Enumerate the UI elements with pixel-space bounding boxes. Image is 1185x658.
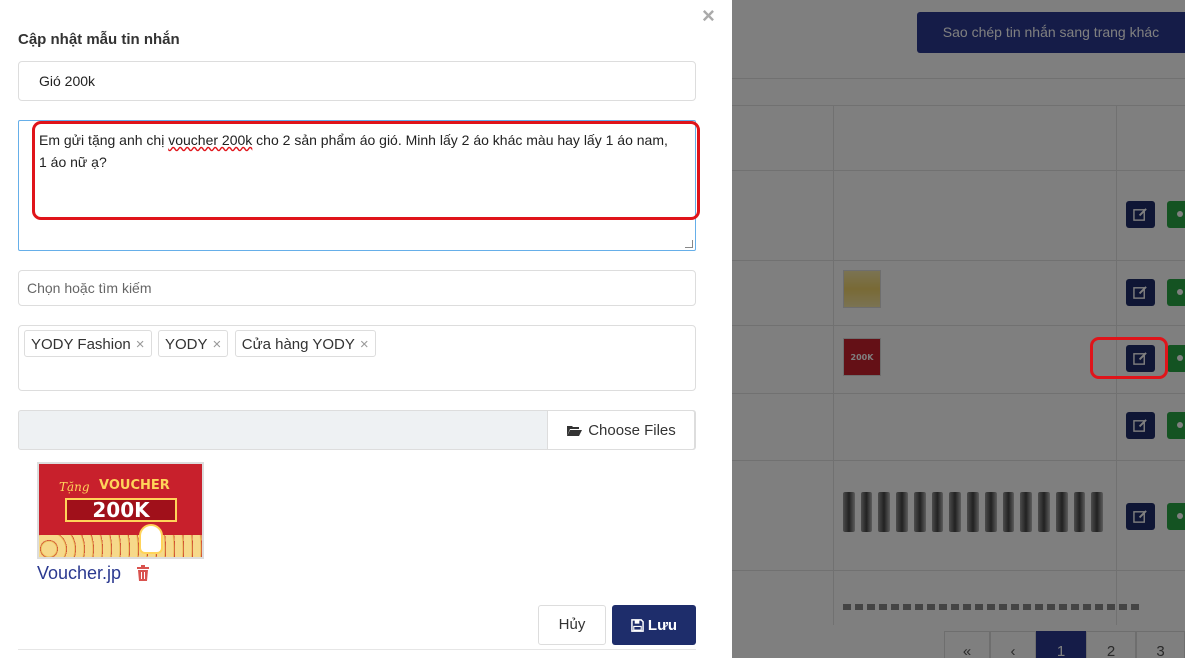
remove-tag-icon[interactable]: × bbox=[213, 336, 222, 353]
copy-message-button[interactable]: Sao chép tin nhắn sang trang khác bbox=[917, 12, 1185, 53]
divider bbox=[732, 460, 1185, 461]
edit-icon bbox=[1133, 286, 1147, 299]
pagination-prev[interactable]: ‹ bbox=[990, 631, 1036, 658]
pagination-page-2[interactable]: 2 bbox=[1086, 631, 1136, 658]
share-button[interactable] bbox=[1167, 412, 1185, 439]
divider bbox=[732, 260, 1185, 261]
save-label: Lưu bbox=[647, 616, 678, 634]
share-icon bbox=[1177, 355, 1183, 361]
divider bbox=[732, 170, 1185, 171]
edit-button[interactable] bbox=[1126, 503, 1155, 530]
edit-icon bbox=[1133, 419, 1147, 432]
floppy-disk-icon bbox=[631, 618, 644, 632]
message-thumbnail[interactable]: 200K bbox=[843, 338, 881, 376]
preview-text: 200K bbox=[65, 498, 177, 522]
share-icon bbox=[1177, 289, 1183, 295]
divider bbox=[732, 105, 1185, 106]
preview-decoration bbox=[139, 524, 163, 554]
divider bbox=[732, 78, 1185, 79]
annotation-highlight bbox=[32, 121, 700, 220]
modal-title: Cập nhật mẫu tin nhắn bbox=[18, 31, 180, 48]
edit-button[interactable] bbox=[1126, 279, 1155, 306]
edit-template-modal: × Cập nhật mẫu tin nhắn Em gửi tặng anh … bbox=[0, 0, 732, 658]
resize-handle[interactable] bbox=[685, 240, 693, 248]
pagination-page-1[interactable]: 1 bbox=[1036, 631, 1086, 658]
pagination-first[interactable]: « bbox=[944, 631, 990, 658]
tag-label: Cửa hàng YODY bbox=[241, 336, 355, 353]
share-icon bbox=[1177, 513, 1183, 519]
cancel-button[interactable]: Hủy bbox=[538, 605, 606, 645]
template-name-input[interactable] bbox=[18, 61, 696, 101]
divider bbox=[732, 570, 1185, 571]
preview-decoration bbox=[39, 535, 202, 557]
folder-open-icon bbox=[567, 425, 583, 436]
pagination-page-3[interactable]: 3 bbox=[1136, 631, 1185, 658]
page-tag: YODY × bbox=[158, 330, 229, 357]
save-button[interactable]: Lưu bbox=[612, 605, 696, 645]
message-thumbnail[interactable] bbox=[843, 270, 881, 308]
selected-pages[interactable]: YODY Fashion × YODY × Cửa hàng YODY × bbox=[18, 325, 696, 391]
share-icon bbox=[1177, 211, 1183, 217]
share-button[interactable] bbox=[1167, 201, 1185, 228]
divider bbox=[18, 649, 696, 650]
trash-icon[interactable] bbox=[136, 565, 150, 581]
edit-button[interactable] bbox=[1126, 201, 1155, 228]
preview-text: VOUCHER bbox=[99, 478, 170, 493]
share-button[interactable] bbox=[1167, 503, 1185, 530]
page-tag: YODY Fashion × bbox=[24, 330, 152, 357]
divider bbox=[732, 325, 1185, 326]
attachment-name[interactable]: Voucher.jp bbox=[37, 563, 121, 584]
tag-label: YODY Fashion bbox=[31, 336, 131, 353]
tag-label: YODY bbox=[165, 336, 208, 353]
image-strip bbox=[843, 492, 1104, 532]
choose-files-button[interactable]: Choose Files bbox=[547, 410, 695, 450]
page-search-input[interactable] bbox=[18, 270, 696, 306]
attachment-preview[interactable]: Tặng VOUCHER 200K bbox=[37, 462, 204, 559]
choose-files-label: Choose Files bbox=[588, 421, 676, 439]
preview-text: Tặng bbox=[59, 480, 90, 494]
annotation-highlight bbox=[1090, 337, 1168, 379]
file-input[interactable]: Choose Files bbox=[18, 410, 696, 450]
share-button[interactable] bbox=[1167, 345, 1185, 372]
edit-icon bbox=[1133, 510, 1147, 523]
edit-icon bbox=[1133, 208, 1147, 221]
image-strip bbox=[843, 604, 1139, 610]
page-tag: Cửa hàng YODY × bbox=[234, 330, 376, 357]
share-icon bbox=[1177, 422, 1183, 428]
edit-button[interactable] bbox=[1126, 412, 1155, 439]
divider bbox=[833, 105, 834, 625]
remove-tag-icon[interactable]: × bbox=[136, 336, 145, 353]
divider bbox=[732, 393, 1185, 394]
close-icon[interactable]: × bbox=[702, 3, 715, 29]
remove-tag-icon[interactable]: × bbox=[360, 336, 369, 353]
share-button[interactable] bbox=[1167, 279, 1185, 306]
